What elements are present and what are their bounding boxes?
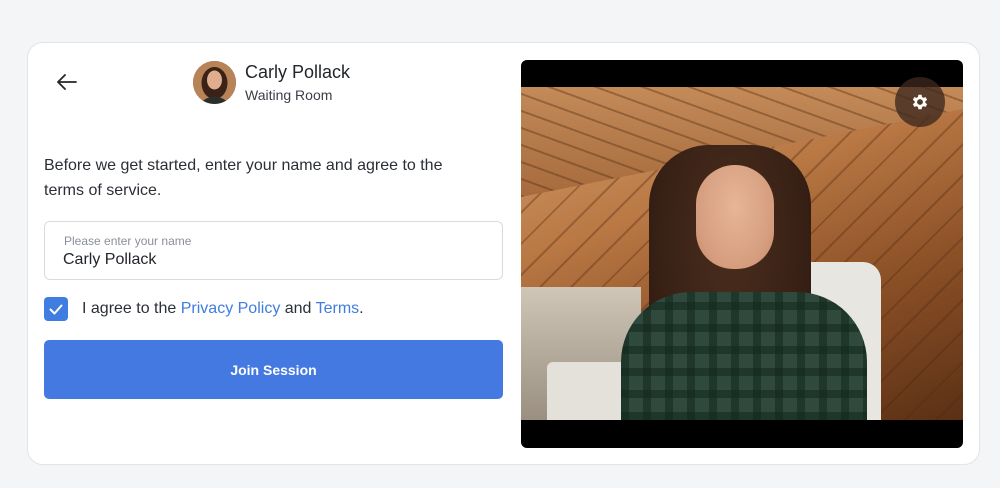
intro-text: Before we get started, enter your name a… [44,157,443,199]
agree-prefix: I agree to the [82,300,181,317]
agree-text: I agree to the Privacy Policy and Terms. [82,300,364,318]
privacy-policy-link[interactable]: Privacy Policy [181,300,281,317]
gear-icon [912,94,928,110]
join-session-button[interactable]: Join Session [44,340,503,399]
check-icon [49,304,63,314]
back-button[interactable] [55,70,79,94]
agree-suffix: . [359,300,364,317]
settings-button[interactable] [895,77,945,127]
waiting-room-label: Waiting Room [245,87,333,103]
terms-link[interactable]: Terms [316,300,360,317]
video-preview [521,60,963,448]
host-avatar [193,61,236,104]
name-input[interactable] [63,249,483,271]
name-field-label: Please enter your name [64,234,192,248]
agree-middle: and [280,300,316,317]
agree-checkbox[interactable] [44,297,68,321]
host-name: Carly Pollack [245,62,351,82]
name-field[interactable]: Please enter your name [44,221,503,280]
arrow-left-icon [57,74,77,90]
camera-feed [521,87,963,420]
